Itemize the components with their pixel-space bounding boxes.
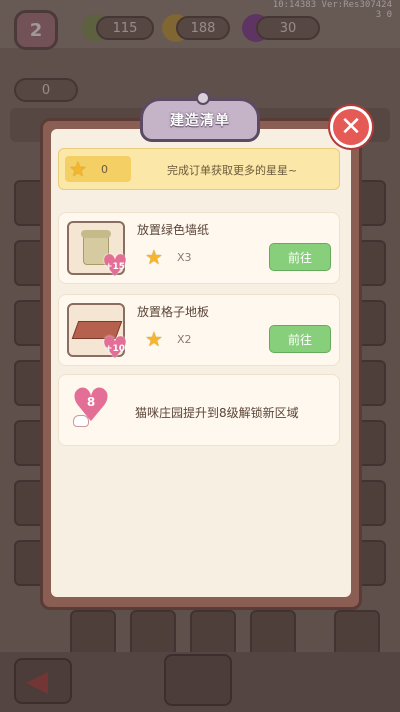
task-item: ♥ +10 放置格子地板 ★ X2 前往 <box>58 294 340 366</box>
task-name: 放置格子地板 <box>137 305 210 319</box>
cat-icon <box>73 415 89 427</box>
go-button-label: 前往 <box>287 250 312 265</box>
star-icon: ★ <box>69 157 87 181</box>
go-button[interactable]: 前往 <box>269 243 331 271</box>
heart-reward-badge: ♥ +15 <box>99 252 131 282</box>
task-name: 放置绿色墙纸 <box>137 223 210 237</box>
heart-reward-value: +15 <box>104 262 126 272</box>
tag-hole <box>196 91 210 105</box>
star-banner: ★ 0 完成订单获取更多的星星~ <box>58 148 340 190</box>
go-button-label: 前往 <box>287 332 312 347</box>
heart-level-badge: ♥ 8 <box>69 382 113 429</box>
heart-reward-badge: ♥ +10 <box>99 334 131 364</box>
heart-level-value: 8 <box>86 395 96 409</box>
task-quantity: X2 <box>177 333 192 346</box>
task-item: ♥ +15 放置绿色墙纸 ★ X3 前往 <box>58 212 340 284</box>
banner-text: 完成订单获取更多的星星~ <box>167 164 298 177</box>
dialog-title-tab: 建造清单 <box>140 91 260 142</box>
dialog-title: 建造清单 <box>170 113 230 129</box>
go-button[interactable]: 前往 <box>269 325 331 353</box>
unlock-info-row: ♥ 8 猫咪庄园提升到8级解锁新区域 <box>58 374 340 446</box>
banner-star-box: ★ 0 <box>65 156 131 182</box>
star-icon: ★ <box>145 245 163 269</box>
task-quantity: X3 <box>177 251 192 264</box>
heart-reward-value: +10 <box>104 344 126 354</box>
unlock-text: 猫咪庄园提升到8级解锁新区域 <box>135 406 299 420</box>
close-icon: ✕ <box>340 112 362 142</box>
close-button[interactable]: ✕ <box>330 106 372 148</box>
star-icon: ★ <box>145 327 163 351</box>
banner-star-count: 0 <box>100 162 108 176</box>
